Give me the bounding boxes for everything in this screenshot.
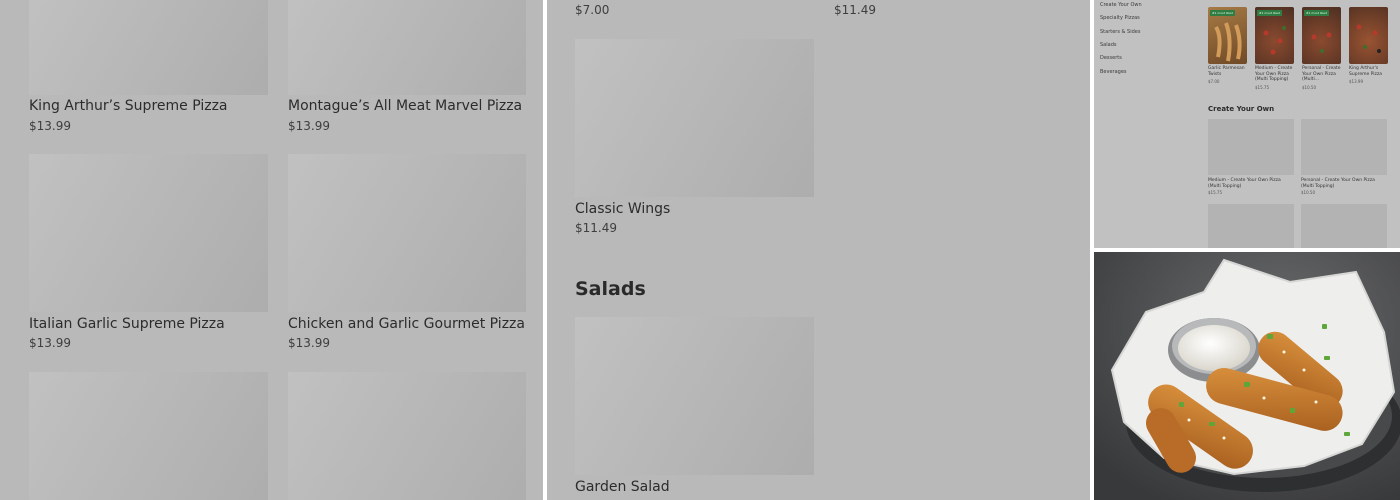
item-price: $11.49 <box>575 221 617 235</box>
featured-item-price: $10.50 <box>1302 85 1316 90</box>
category-link[interactable]: Desserts <box>1100 55 1122 61</box>
breadsticks-photo-icon <box>1094 252 1400 500</box>
twists-icon <box>1214 22 1242 62</box>
item-price: $13.99 <box>288 336 330 350</box>
item-price: $13.99 <box>29 336 71 350</box>
item-name[interactable]: King Arthur’s Supreme Pizza <box>29 98 228 114</box>
featured-item-name[interactable]: King Arthur's Supreme Pizza <box>1349 66 1391 77</box>
item-image[interactable] <box>29 372 268 500</box>
featured-item-image[interactable] <box>1349 7 1388 64</box>
item-image[interactable] <box>575 317 814 475</box>
featured-item-image[interactable]: #1 most liked <box>1302 7 1341 64</box>
category-link[interactable]: Salads <box>1100 42 1116 48</box>
section-heading: Salads <box>575 278 646 300</box>
item-price: $10.50 <box>1301 190 1315 195</box>
item-name[interactable]: Classic Wings <box>575 201 670 217</box>
menu-panel-middle: $7.00 $11.49 Classic Wings $11.49 Salads… <box>547 0 1090 500</box>
featured-item-image[interactable]: #1 most liked <box>1208 7 1247 64</box>
category-link[interactable]: Beverages <box>1100 69 1127 75</box>
item-name[interactable]: Medium - Create Your Own Pizza (Multi To… <box>1208 178 1294 189</box>
pizza-icon <box>1311 32 1332 53</box>
item-image[interactable] <box>1301 119 1387 175</box>
featured-item-image[interactable]: #1 most liked <box>1255 7 1294 64</box>
item-image[interactable] <box>29 154 268 312</box>
item-image[interactable] <box>575 39 814 197</box>
item-image[interactable] <box>288 154 526 312</box>
item-name[interactable]: Chicken and Garlic Gourmet Pizza <box>288 316 525 332</box>
item-name[interactable]: Garden Salad <box>575 479 670 495</box>
menu-panel-left: King Arthur’s Supreme Pizza $13.99 Monta… <box>0 0 543 500</box>
item-price: $13.99 <box>29 119 71 133</box>
category-link[interactable]: Specialty Pizzas <box>1100 15 1140 21</box>
item-price: $11.49 <box>834 3 876 17</box>
item-name[interactable]: Personal - Create Your Own Pizza (Multi … <box>1301 178 1387 189</box>
item-price: $13.99 <box>288 119 330 133</box>
menu-overview-panel: Create Your Own Specialty Pizzas Starter… <box>1094 0 1400 248</box>
pizza-icon <box>1356 24 1381 53</box>
featured-item-price: $7.00 <box>1208 79 1220 84</box>
item-price: $7.00 <box>575 3 610 17</box>
item-image[interactable] <box>1301 204 1387 248</box>
featured-item-name[interactable]: Medium - Create Your Own Pizza (Multi To… <box>1255 66 1297 83</box>
featured-item-price: $13.99 <box>1349 79 1363 84</box>
featured-item-price: $15.75 <box>1255 85 1269 90</box>
category-link[interactable]: Starters & Sides <box>1100 29 1140 35</box>
item-image[interactable] <box>1208 119 1294 175</box>
item-image[interactable] <box>288 372 526 500</box>
item-image[interactable] <box>29 0 268 95</box>
food-photo <box>1094 252 1400 500</box>
item-name[interactable]: Italian Garlic Supreme Pizza <box>29 316 225 332</box>
featured-item-name[interactable]: Garlic Parmesan Twists <box>1208 66 1250 77</box>
item-name[interactable]: Montague’s All Meat Marvel Pizza <box>288 98 522 114</box>
pizza-icon <box>1263 26 1286 55</box>
item-image[interactable] <box>288 0 526 95</box>
category-link[interactable]: Create Your Own <box>1100 2 1142 8</box>
item-price: $15.75 <box>1208 190 1222 195</box>
featured-item-name[interactable]: Personal - Create Your Own Pizza (Multi.… <box>1302 66 1344 83</box>
item-image[interactable] <box>1208 204 1294 248</box>
section-heading: Create Your Own <box>1208 105 1275 113</box>
